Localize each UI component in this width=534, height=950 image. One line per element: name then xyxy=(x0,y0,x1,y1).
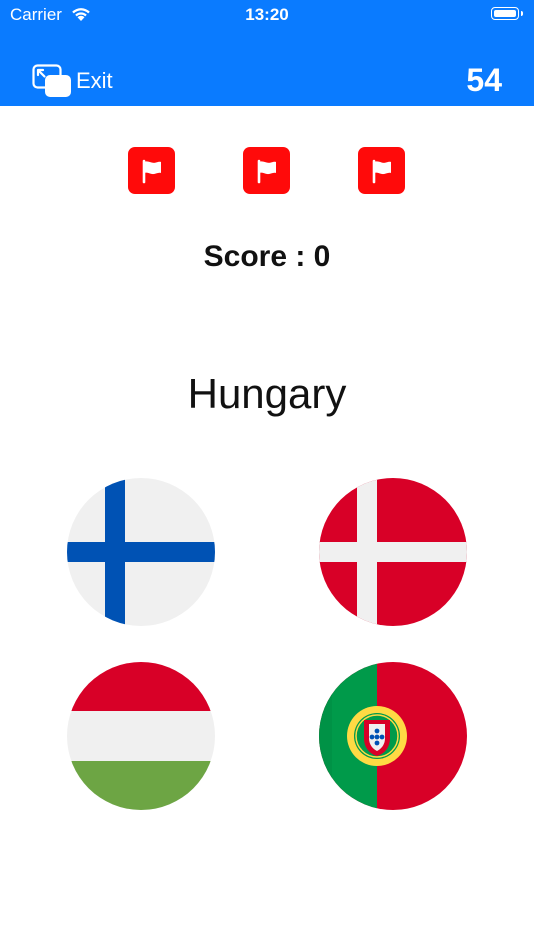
lives-row xyxy=(0,147,534,195)
option-hungary-button[interactable] xyxy=(67,662,215,810)
exit-fullscreen-icon xyxy=(32,64,71,97)
life-indicator xyxy=(128,147,175,194)
top-bar: Carrier 13:20 Exit 54 xyxy=(0,0,534,106)
exit-label: Exit xyxy=(76,68,113,93)
score-label: Score : 0 xyxy=(203,240,331,273)
countdown-timer: 54 xyxy=(466,62,502,98)
clock: 13:20 xyxy=(245,5,289,24)
finland-flag-icon xyxy=(67,478,215,626)
flag-icon xyxy=(142,159,161,183)
flag-icon xyxy=(257,159,276,183)
hungary-flag-icon xyxy=(67,662,215,810)
status-bar: Carrier 13:20 xyxy=(0,0,534,32)
life-indicator xyxy=(358,147,405,194)
option-denmark-button[interactable] xyxy=(319,478,467,626)
exit-button[interactable]: Exit xyxy=(32,64,113,98)
denmark-flag-icon xyxy=(319,478,467,626)
country-question: Hungary xyxy=(187,370,347,417)
option-portugal-button[interactable] xyxy=(319,662,467,810)
portugal-flag-icon xyxy=(319,662,467,810)
option-finland-button[interactable] xyxy=(67,478,215,626)
flag-icon xyxy=(372,159,391,183)
battery-icon xyxy=(491,7,523,20)
life-indicator xyxy=(243,147,290,194)
